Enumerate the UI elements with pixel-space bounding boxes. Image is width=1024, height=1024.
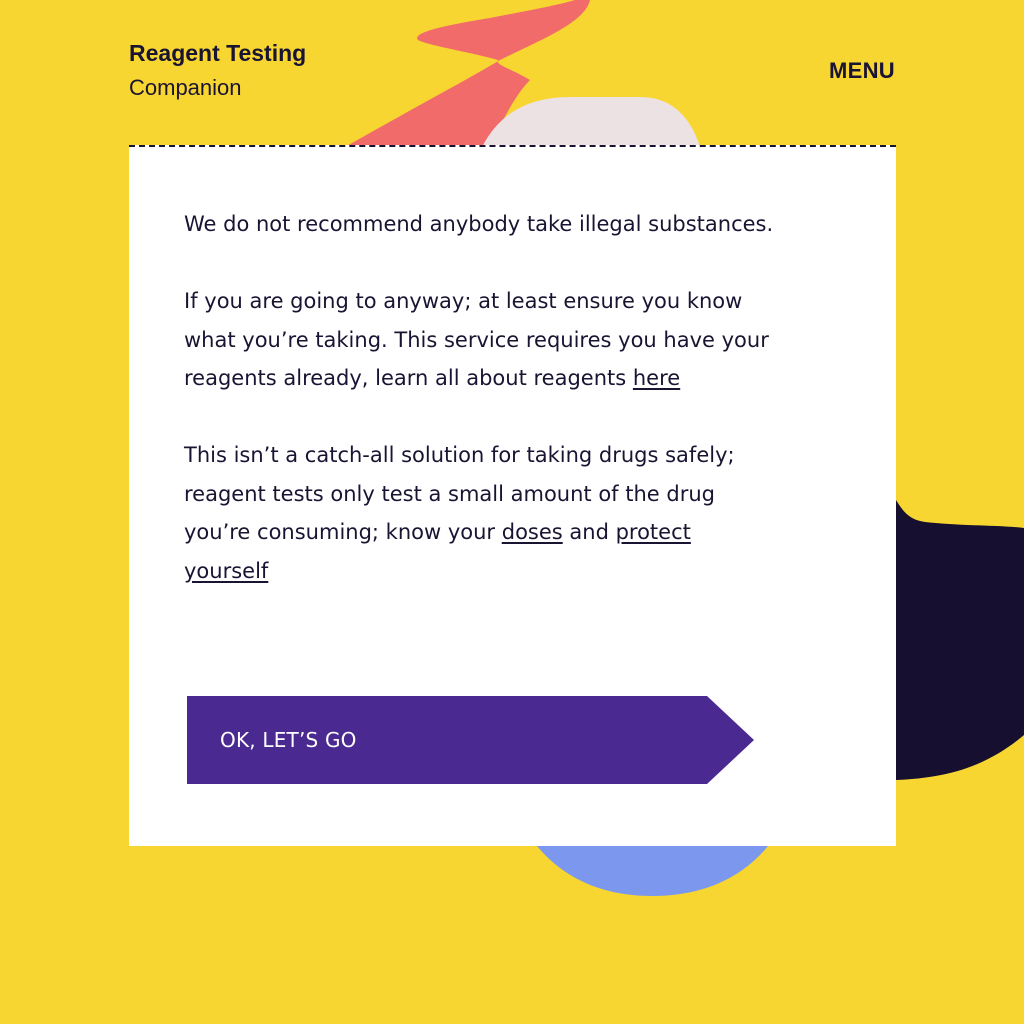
disclaimer-paragraph-2: If you are going to anyway; at least ens… xyxy=(184,282,774,398)
disclaimer-text: We do not recommend anybody take illegal… xyxy=(184,205,774,629)
paragraph-3-and: and xyxy=(562,520,616,544)
ok-lets-go-label: OK, LET’S GO xyxy=(220,728,357,752)
paragraph-2-text: If you are going to anyway; at least ens… xyxy=(184,289,769,390)
navy-shape xyxy=(896,500,1024,780)
blue-shape xyxy=(537,846,768,896)
reagents-here-link[interactable]: here xyxy=(633,366,680,390)
brand[interactable]: Reagent Testing Companion xyxy=(129,38,306,105)
brand-subtitle: Companion xyxy=(129,75,242,100)
ok-lets-go-button[interactable]: OK, LET’S GO xyxy=(187,696,757,784)
doses-link[interactable]: doses xyxy=(502,520,563,544)
brand-title[interactable]: Reagent Testing xyxy=(129,38,306,68)
disclaimer-paragraph-1: We do not recommend anybody take illegal… xyxy=(184,212,774,236)
disclaimer-card: We do not recommend anybody take illegal… xyxy=(129,145,896,846)
disclaimer-paragraph-3: This isn’t a catch-all solution for taki… xyxy=(184,436,774,590)
pink-shape xyxy=(482,97,700,147)
menu-button[interactable]: MENU xyxy=(829,57,895,85)
